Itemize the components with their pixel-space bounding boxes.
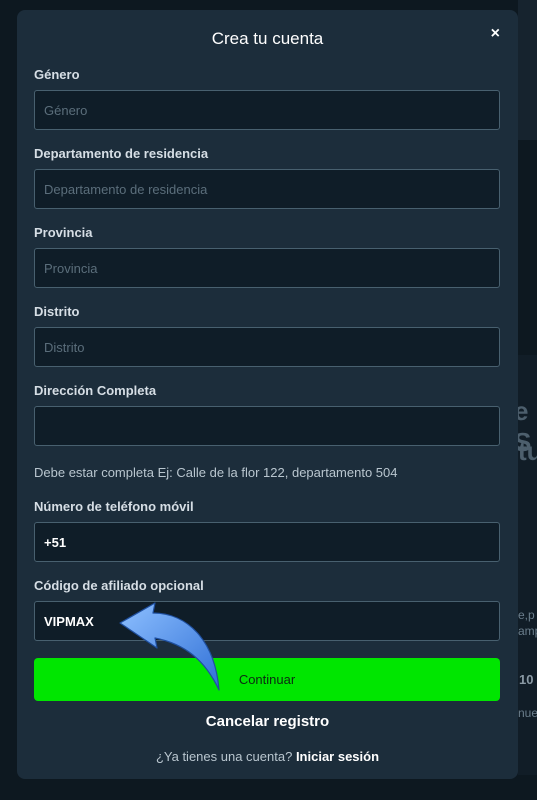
background-fragment: 10 (519, 672, 534, 687)
login-prompt: ¿Ya tienes una cuenta? (155, 749, 293, 764)
afiliado-label: Código de afiliado opcional (34, 578, 204, 593)
continue-button[interactable]: Continuar (34, 658, 500, 701)
direccion-label: Dirección Completa (34, 383, 157, 398)
cancel-registration-link[interactable]: Cancelar registro (17, 713, 518, 730)
departamento-field[interactable] (34, 169, 500, 209)
background-fragment: nue (518, 706, 537, 720)
background-fragment: amp (518, 624, 537, 638)
phone-field[interactable] (34, 522, 500, 562)
background-panel-top (518, 0, 537, 140)
genero-label: Género (34, 67, 80, 82)
affiliate-code-field[interactable] (34, 601, 500, 641)
background-fragment: tu (518, 436, 537, 466)
modal-title: Crea tu cuenta (211, 29, 324, 48)
background-fragment: e,p (518, 608, 535, 622)
departamento-label: Departamento de residencia (34, 146, 209, 161)
direccion-hint: Debe estar completa Ej: Calle de la flor… (34, 465, 398, 480)
close-icon[interactable]: × (491, 25, 500, 43)
login-row: ¿Ya tienes una cuenta? Iniciar sesión (17, 749, 518, 764)
distrito-field[interactable] (34, 327, 500, 367)
arrow-pointer-icon (119, 602, 220, 691)
telefono-label: Número de teléfono móvil (34, 499, 194, 514)
provincia-label: Provincia (34, 225, 93, 240)
direccion-field[interactable] (34, 406, 500, 446)
provincia-field[interactable] (34, 248, 500, 288)
registration-modal: Crea tu cuenta × Género Departamento de … (17, 10, 518, 779)
distrito-label: Distrito (34, 304, 80, 319)
login-link[interactable]: Iniciar sesión (296, 749, 379, 764)
genero-field[interactable] (34, 90, 500, 130)
